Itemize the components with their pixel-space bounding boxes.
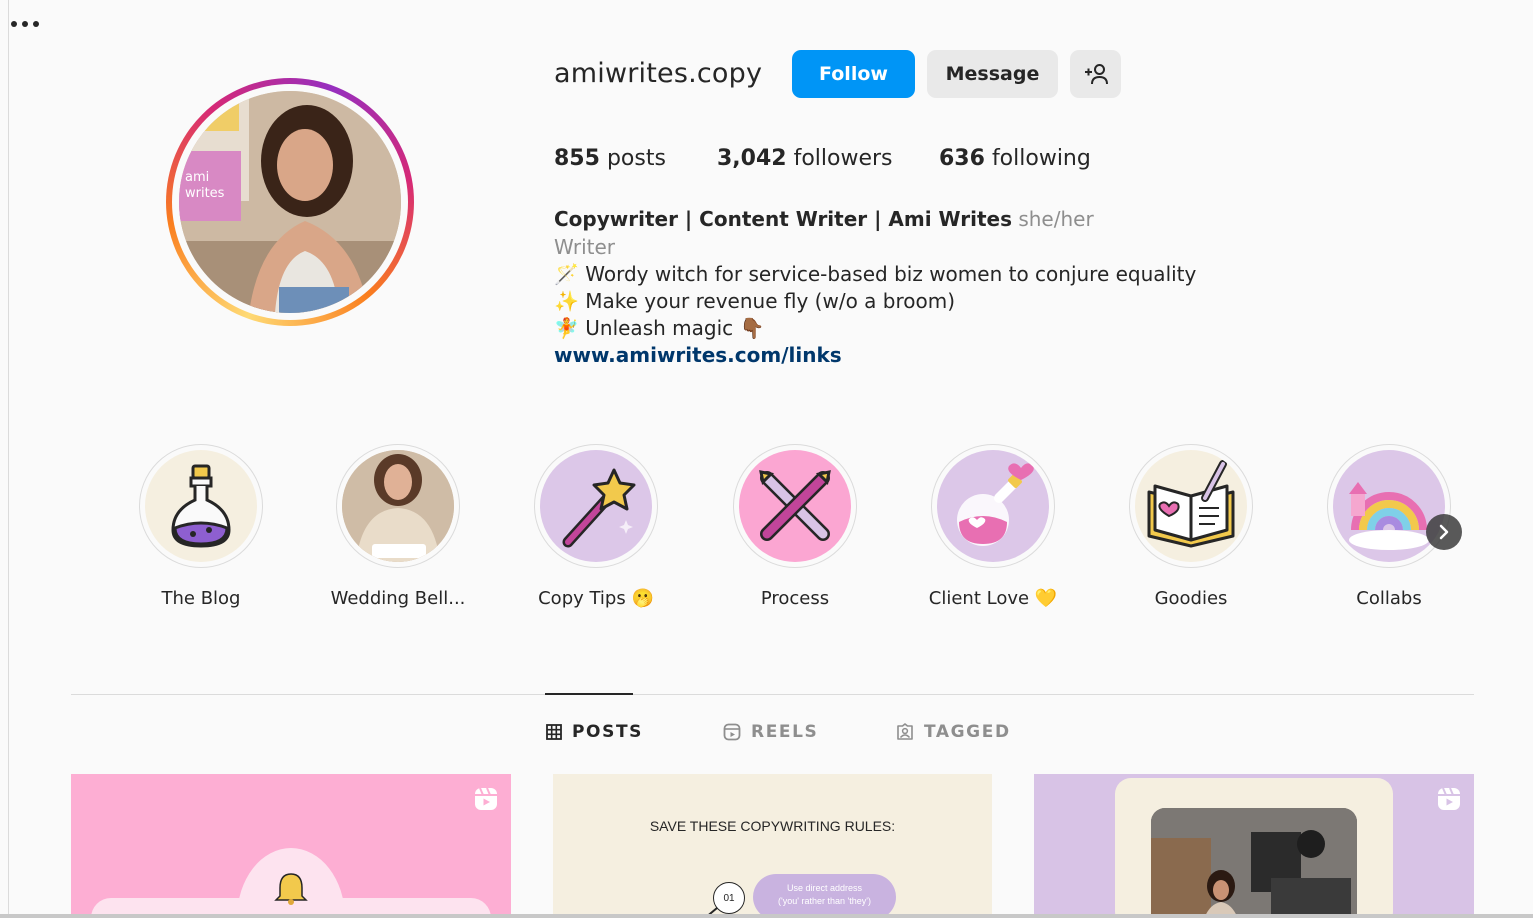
reel-badge-icon: [473, 786, 499, 816]
highlight-photo: [342, 450, 454, 562]
tab-posts-label: POSTS: [572, 722, 643, 742]
potion-bottle-icon: [145, 450, 257, 562]
post-photo: [1151, 808, 1357, 918]
active-tab-indicator: [545, 693, 633, 695]
highlight-ring: [534, 444, 658, 568]
highlight-ring: [336, 444, 460, 568]
post-step-pill: Use direct address ('you' rather than 't…: [753, 874, 896, 918]
page-edge: [8, 0, 9, 918]
highlight-label: Collabs: [1356, 588, 1422, 609]
grid-icon: [546, 724, 562, 740]
post-step-text-1: Use direct address: [786, 883, 863, 893]
tab-tagged-label: TAGGED: [924, 722, 1011, 742]
dot: [33, 21, 39, 27]
avatar-gap: ami writes: [172, 84, 408, 320]
highlight-label: Process: [760, 588, 830, 609]
post-tile[interactable]: [71, 774, 511, 918]
tagged-icon: [897, 723, 913, 740]
followers-count: 3,042: [717, 146, 787, 171]
svg-text:ami: ami: [185, 170, 209, 185]
following-count: 636: [939, 146, 985, 171]
open-book-icon: [1135, 450, 1247, 562]
posts-count: 855: [554, 146, 600, 171]
bio-name-line: Copywriter | Content Writer | Ami Writes…: [554, 207, 1094, 231]
svg-text:writes: writes: [185, 186, 225, 201]
highlight-ring: [1327, 444, 1451, 568]
bio-line-3: 🧚 Unleash magic 👇🏾: [554, 316, 765, 340]
bio-name: Copywriter | Content Writer | Ami Writes: [554, 207, 1012, 231]
highlights-next-button[interactable]: [1426, 514, 1462, 550]
similar-accounts-button[interactable]: [1070, 50, 1121, 98]
crossed-pens-icon: [739, 450, 851, 562]
bio-line-2: ✨ Make your revenue fly (w/o a broom): [554, 289, 956, 313]
post-illustration: [91, 848, 491, 918]
followers-label: followers: [793, 146, 893, 171]
followers-stat[interactable]: 3,042 followers: [717, 146, 893, 171]
tabs-divider: [71, 694, 1474, 695]
following-stat[interactable]: 636 following: [939, 146, 1091, 171]
profile-username: amiwrites.copy: [554, 58, 763, 89]
chevron-right-icon: [1439, 524, 1449, 540]
bio-pronouns: she/her: [1018, 207, 1094, 231]
tab-tagged[interactable]: TAGGED: [896, 722, 1011, 742]
post-tile[interactable]: [1034, 774, 1474, 918]
bio-line-1: 🪄 Wordy witch for service-based biz wome…: [554, 262, 1197, 286]
follow-button[interactable]: Follow: [792, 50, 915, 98]
tab-reels[interactable]: REELS: [723, 722, 818, 742]
highlight-label: Copy Tips 🫢: [538, 588, 654, 609]
post-step-text-2: ('you' rather than 'they'): [778, 896, 871, 906]
avatar-photo: ami writes: [179, 91, 401, 313]
highlight-ring: [139, 444, 263, 568]
reels-icon: [723, 723, 741, 741]
add-person-icon: [1084, 64, 1108, 85]
post-tile[interactable]: SAVE THESE COPYWRITING RULES: Use direct…: [553, 774, 992, 918]
tab-reels-label: REELS: [751, 722, 819, 742]
bio-link[interactable]: www.amiwrites.com/links: [554, 343, 842, 367]
avatar-illustration: ami writes: [179, 91, 401, 313]
profile-avatar[interactable]: ami writes: [166, 78, 414, 326]
highlight-label: The Blog: [161, 588, 241, 609]
window-bottom-edge: [0, 914, 1533, 918]
highlight-label: Client Love 💛: [928, 588, 1058, 609]
dot: [22, 21, 28, 27]
bio-category: Writer: [554, 235, 616, 259]
highlight-label: Goodies: [1154, 588, 1228, 609]
tab-posts[interactable]: POSTS: [546, 722, 643, 742]
reel-badge-icon: [1436, 786, 1462, 816]
highlight-ring: [1129, 444, 1253, 568]
post-heading: SAVE THESE COPYWRITING RULES:: [649, 818, 896, 834]
dot: [11, 21, 17, 27]
posts-label: posts: [606, 146, 666, 171]
love-potion-icon: [937, 450, 1049, 562]
message-button[interactable]: Message: [927, 50, 1058, 98]
highlight-ring: [931, 444, 1055, 568]
highlight-label: Wedding Bell...: [330, 588, 466, 609]
following-label: following: [991, 146, 1091, 171]
rainbow-castle-icon: [1333, 450, 1445, 562]
magic-wand-icon: [540, 450, 652, 562]
posts-count-stat: 855 posts: [554, 146, 666, 171]
highlight-ring: [733, 444, 857, 568]
